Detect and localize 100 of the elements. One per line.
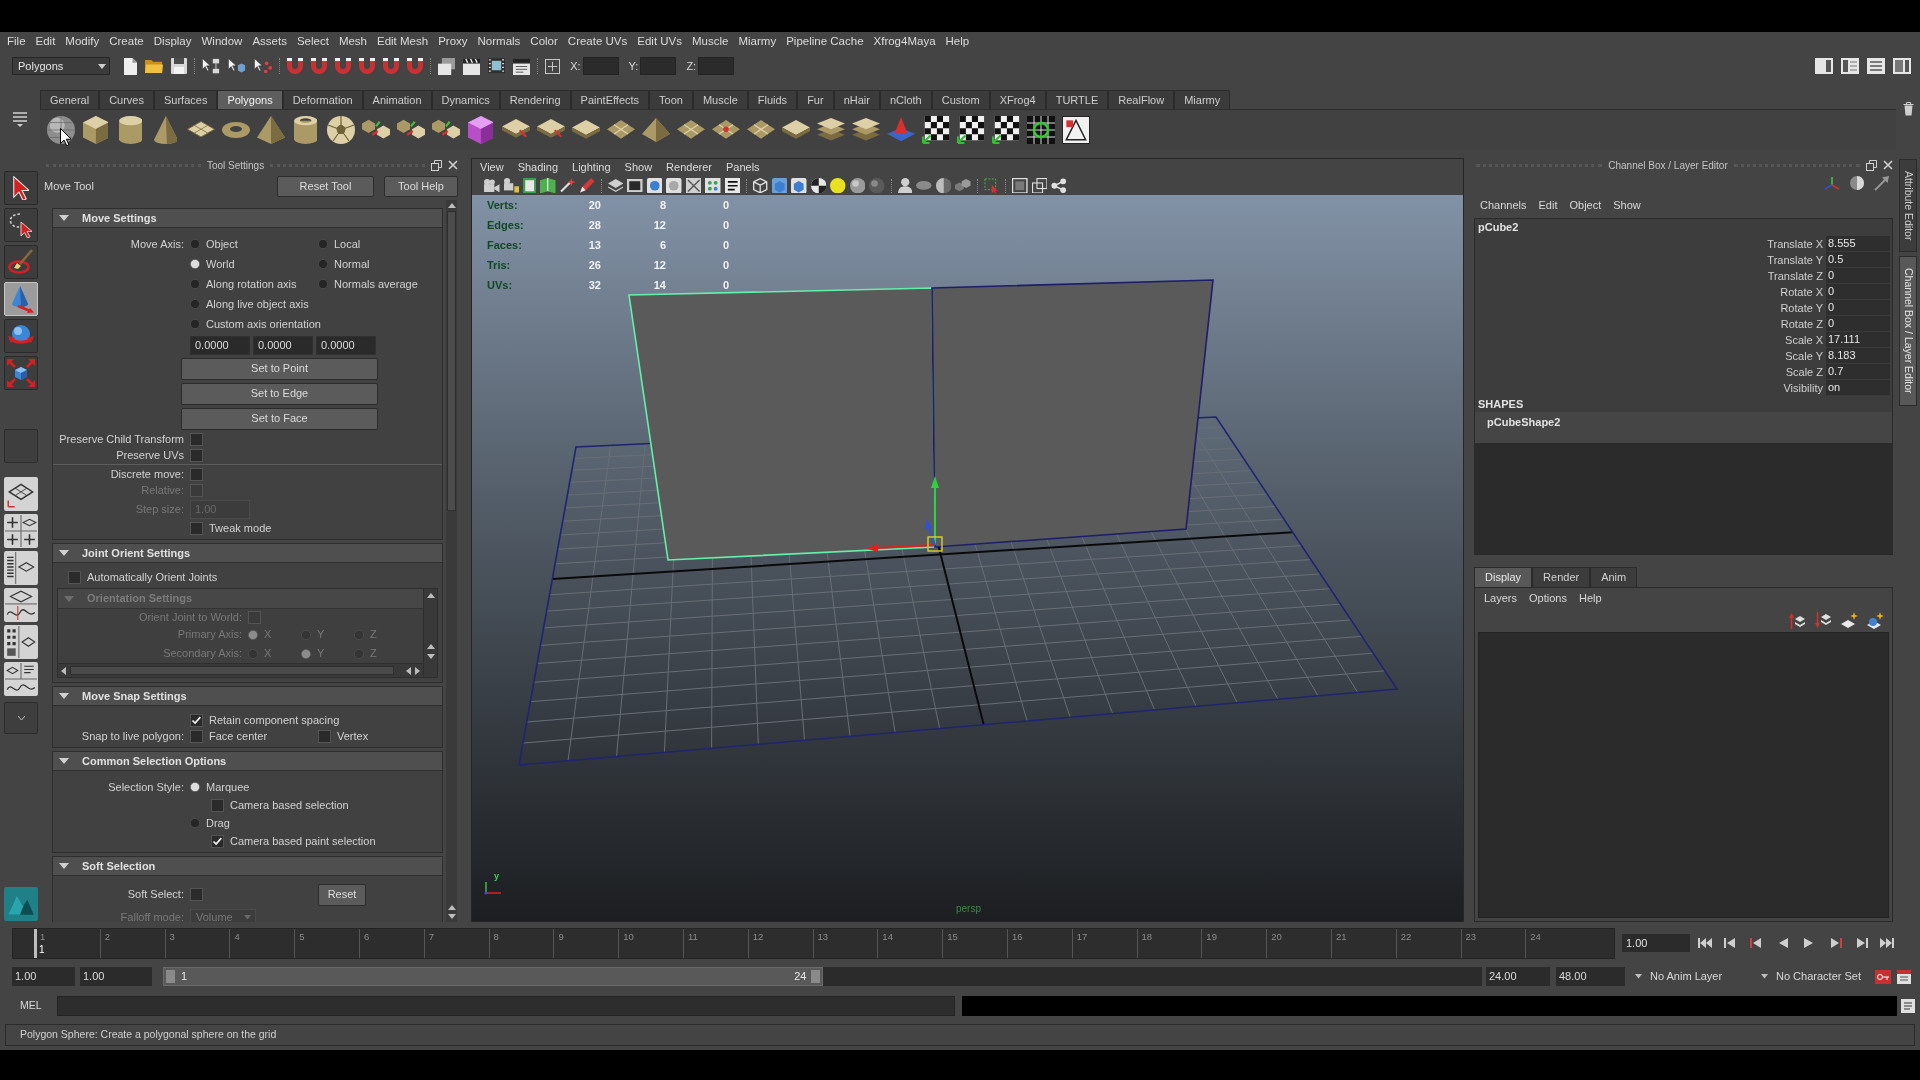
- channel-value[interactable]: 0: [1826, 284, 1890, 300]
- radio-button[interactable]: [190, 818, 200, 828]
- panel-button[interactable]: Tool Help: [384, 175, 458, 197]
- menu-item[interactable]: Display: [148, 33, 197, 51]
- radio-button[interactable]: [318, 239, 328, 249]
- half-circle-icon[interactable]: [935, 177, 952, 194]
- cylinder-icon[interactable]: [118, 115, 143, 144]
- text-lines-icon[interactable]: [724, 177, 741, 194]
- cursor-hierarchy-icon[interactable]: [202, 57, 221, 75]
- shelf-tab[interactable]: Fluids: [747, 90, 798, 109]
- section-header[interactable]: Move Snap Settings: [52, 686, 443, 706]
- cone-icon[interactable]: [153, 115, 178, 144]
- menu-item[interactable]: Show: [617, 159, 660, 176]
- range-handle-icon[interactable]: [166, 970, 175, 983]
- channel-value[interactable]: on: [1826, 380, 1890, 396]
- range-slider[interactable]: 1 24: [163, 967, 1482, 986]
- time-field[interactable]: 24.00: [1486, 967, 1550, 986]
- clapperboard-icon[interactable]: [463, 57, 481, 75]
- shelf-tab[interactable]: Rendering: [499, 90, 571, 109]
- checker-arrow-icon[interactable]: [991, 115, 1020, 144]
- time-slider[interactable]: 1 2 3 4 5 6 7 8 9 10 11 12 13 14 15 16 17 18 19 20 21 22 23 24 1: [12, 927, 1615, 959]
- open-book-icon[interactable]: [540, 177, 556, 194]
- list-pane-icon[interactable]: [4, 551, 38, 585]
- magnet-icon[interactable]: [407, 58, 424, 74]
- hexagon-tile-icon[interactable]: [771, 177, 788, 194]
- crossed-box-icon[interactable]: [685, 177, 702, 194]
- menu-item[interactable]: Edit UVs: [632, 33, 688, 51]
- coordinate-field[interactable]: [582, 57, 619, 75]
- range-handle-icon[interactable]: [810, 970, 820, 983]
- diagonal-arrow-icon[interactable]: [1874, 175, 1889, 191]
- side-tab[interactable]: Channel Box / Layer Editor: [1899, 256, 1917, 406]
- menu-item[interactable]: Pipeline Cache: [781, 33, 869, 51]
- channel-value[interactable]: 8.555: [1826, 236, 1890, 252]
- sphere-button-icon[interactable]: [646, 177, 663, 194]
- key-forward-icon[interactable]: [1828, 937, 1842, 949]
- shape-name[interactable]: pCubeShape2: [1475, 412, 1892, 443]
- layers-up-arrow-icon[interactable]: [1789, 611, 1806, 629]
- hexagons-icon[interactable]: [955, 178, 971, 193]
- half-circle-icon[interactable]: [1850, 176, 1864, 190]
- shelf-tab[interactable]: RealFlow: [1108, 90, 1175, 109]
- wand-icon[interactable]: [559, 178, 576, 193]
- layer-tab[interactable]: Render: [1532, 567, 1591, 587]
- pipe-icon[interactable]: [293, 115, 318, 144]
- section-header[interactable]: Soft Selection: [52, 856, 443, 876]
- two-column-layout-icon[interactable]: [1893, 58, 1911, 74]
- side-tab[interactable]: Attribute Editor: [1899, 159, 1917, 252]
- shapes-arrows-icon[interactable]: [431, 118, 460, 141]
- dots-grid-icon[interactable]: [705, 177, 721, 194]
- action-button[interactable]: Set to Edge: [181, 382, 378, 405]
- film-strip-icon[interactable]: [488, 58, 506, 74]
- wire-cube-icon[interactable]: [753, 177, 768, 194]
- checker-arrow-icon[interactable]: [956, 115, 985, 144]
- split-graph-pane-icon[interactable]: [4, 662, 38, 696]
- skip-to-start-icon[interactable]: [1698, 937, 1712, 949]
- scroll-up-icon[interactable]: [447, 905, 456, 910]
- menu-item[interactable]: Help: [1572, 589, 1608, 607]
- menu-item[interactable]: Layers: [1478, 589, 1524, 607]
- channel-value[interactable]: 8.183: [1826, 348, 1890, 364]
- nested-squares-icon[interactable]: [1012, 177, 1028, 194]
- triangle-frame-icon[interactable]: [1061, 115, 1090, 144]
- shelf-tab[interactable]: nCloth: [879, 90, 932, 109]
- tiles-icon[interactable]: [746, 120, 775, 139]
- share-nodes-icon[interactable]: [1051, 177, 1067, 194]
- cube-icon[interactable]: [82, 115, 109, 144]
- command-language-label[interactable]: MEL: [20, 998, 57, 1014]
- anim-layer-dropdown[interactable]: No Anim Layer: [1631, 967, 1751, 986]
- layer-tab[interactable]: Display: [1474, 567, 1533, 587]
- graph-pane-icon[interactable]: [4, 588, 38, 622]
- key-back-icon[interactable]: [1750, 937, 1764, 949]
- slab-icon[interactable]: [571, 120, 600, 139]
- menu-item[interactable]: Edit: [1532, 196, 1564, 214]
- checker-ball-icon[interactable]: [810, 177, 827, 194]
- checker-arrow-icon[interactable]: [921, 115, 950, 144]
- shelf-tab[interactable]: TURTLE: [1045, 90, 1109, 109]
- menu-item[interactable]: View: [473, 159, 511, 176]
- shelf-tab[interactable]: Curves: [99, 90, 154, 109]
- time-field[interactable]: 48.00: [1556, 967, 1625, 986]
- command-input[interactable]: [57, 996, 955, 1016]
- channel-value[interactable]: 0: [1826, 268, 1890, 284]
- folder-icon[interactable]: [145, 58, 164, 74]
- shelf-tab[interactable]: Custom: [931, 90, 990, 109]
- cube-icon[interactable]: [467, 115, 494, 144]
- grid-pane-icon[interactable]: [4, 477, 38, 511]
- character-set-dropdown[interactable]: No Character Set: [1757, 967, 1873, 986]
- sphere-star-icon[interactable]: [1867, 611, 1884, 629]
- section-header[interactable]: Move Settings: [52, 208, 443, 228]
- checkbox[interactable]: [190, 432, 203, 446]
- tool-button[interactable]: [4, 171, 38, 205]
- step-forward-icon[interactable]: [1854, 937, 1868, 949]
- tiles-icon[interactable]: [606, 120, 635, 139]
- camera-icon[interactable]: [503, 178, 519, 193]
- save-icon[interactable]: [171, 58, 188, 74]
- key-icon[interactable]: [1875, 969, 1891, 984]
- node-grid-pane-icon[interactable]: [4, 625, 38, 659]
- slab-arrow-icon[interactable]: [536, 119, 565, 140]
- stacked-frames-icon[interactable]: [438, 57, 456, 75]
- coordinate-field[interactable]: [698, 57, 735, 75]
- skip-to-end-icon[interactable]: [1880, 937, 1894, 949]
- shelf-tab[interactable]: Miarmy: [1174, 90, 1231, 109]
- menu-item[interactable]: Mesh: [333, 33, 372, 51]
